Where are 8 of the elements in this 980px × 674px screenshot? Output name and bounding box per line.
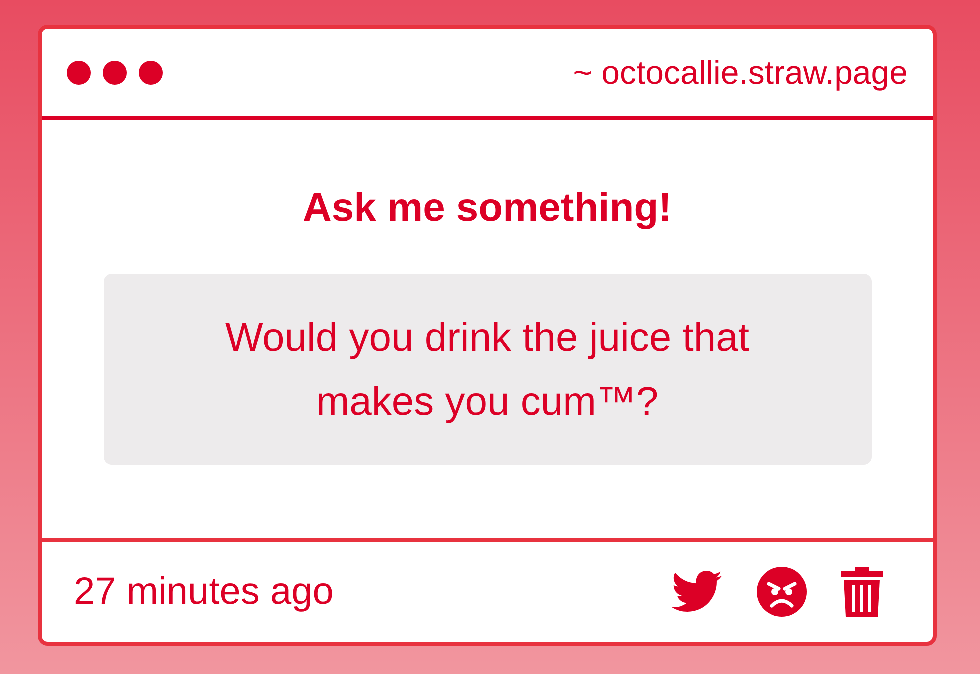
- question-text: Would you drink the juice that makes you cum™?: [224, 314, 750, 426]
- window-dots-icon: [67, 60, 163, 84]
- timestamp: 27 minutes ago: [74, 570, 334, 614]
- heading: Ask me something!: [303, 188, 672, 228]
- address-text: ~ octocallie.straw.page: [573, 52, 908, 93]
- angry-face-icon[interactable]: [757, 567, 807, 617]
- bird-icon[interactable]: [671, 571, 723, 613]
- trash-icon[interactable]: [841, 567, 883, 617]
